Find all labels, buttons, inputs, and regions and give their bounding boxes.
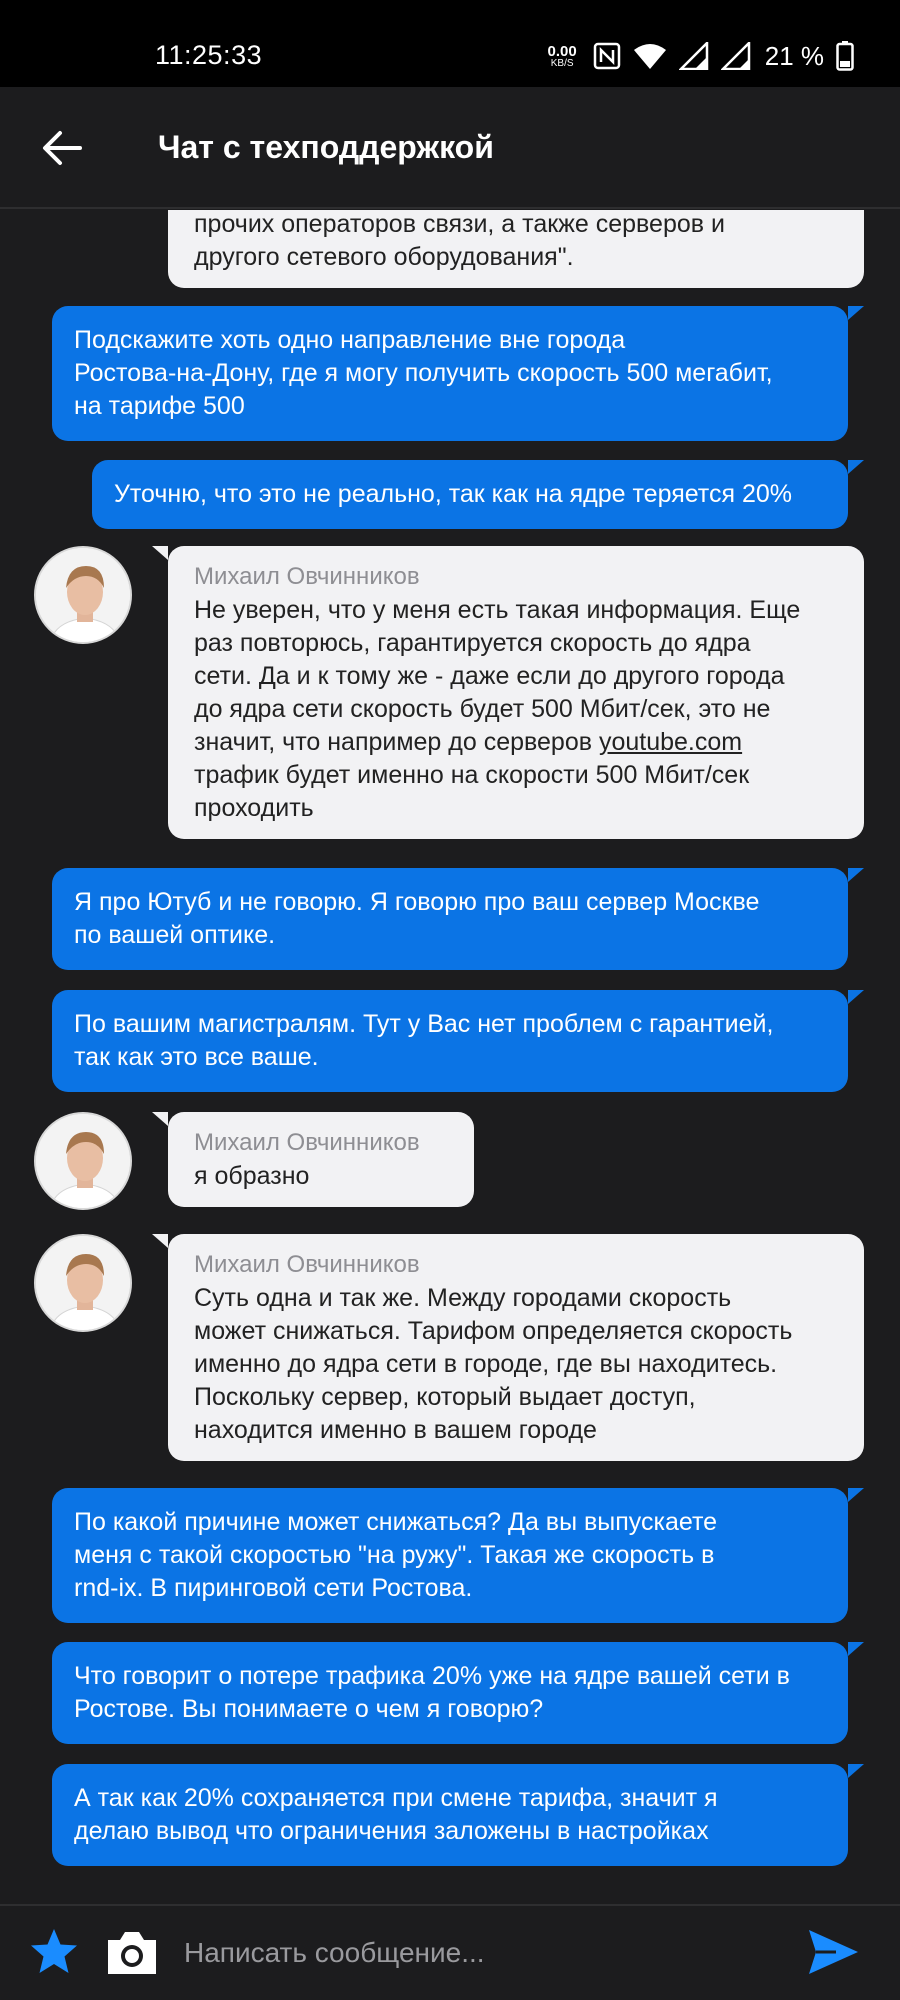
message-outgoing[interactable]: Уточню, что это не реально, так как на я… — [92, 460, 864, 529]
message-text: А так как 20% сохраняется при смене тари… — [74, 1784, 718, 1845]
message-text-part: трафик будет именно на скорости 500 Мбит… — [194, 761, 750, 822]
sender-name: Михаил Овчинников — [194, 563, 420, 590]
back-button[interactable] — [36, 125, 88, 171]
message-incoming[interactable]: Михаил Овчинников Суть одна и так же. Ме… — [152, 1234, 864, 1461]
message-outgoing[interactable]: Я про Ютуб и не говорю. Я говорю про ваш… — [52, 868, 864, 970]
agent-avatar[interactable] — [34, 1112, 132, 1210]
signal-icon — [678, 42, 708, 70]
avatar-icon — [36, 1236, 130, 1330]
message-incoming[interactable]: Михаил Овчинников Не уверен, что у меня … — [152, 546, 864, 839]
message-incoming[interactable]: Михаил Овчинников я образно — [152, 1112, 474, 1207]
status-icons: 0.00 KB/S 21 % — [548, 38, 854, 74]
sender-name: Михаил Овчинников — [194, 1251, 420, 1278]
send-button[interactable] — [806, 1926, 860, 1978]
agent-avatar[interactable] — [34, 546, 132, 644]
message-input-bar — [0, 1904, 900, 2000]
message-outgoing[interactable]: По какой причине может снижаться? Да вы … — [52, 1488, 864, 1623]
message-link[interactable]: youtube.com — [599, 728, 742, 756]
avatar-icon — [36, 548, 130, 642]
network-speed: 0.00 KB/S — [548, 44, 577, 69]
message-text: Что говорит о потере трафика 20% уже на … — [74, 1662, 790, 1723]
arrow-left-icon — [43, 131, 82, 165]
signal-icon-2 — [720, 42, 750, 70]
message-text: Суть одна и так же. Между городами скоро… — [194, 1284, 793, 1444]
message-outgoing[interactable]: Подскажите хоть одно направление вне гор… — [52, 306, 864, 441]
message-text: Не уверен, что у меня есть такая информа… — [194, 594, 838, 825]
battery-icon — [836, 41, 854, 71]
network-speed-unit: KB/S — [550, 57, 574, 69]
message-text: Подскажите хоть одно направление вне гор… — [74, 326, 773, 420]
message-text: По вашим магистралям. Тут у Вас нет проб… — [74, 1010, 774, 1071]
app-bar: Чат с техподдержкой — [0, 87, 900, 209]
message-incoming[interactable]: прочих операторов связи, а также серверо… — [168, 210, 864, 288]
message-input[interactable] — [184, 1926, 784, 1980]
message-text: Уточню, что это не реально, так как на я… — [114, 480, 792, 508]
message-outgoing[interactable]: Что говорит о потере трафика 20% уже на … — [52, 1642, 864, 1744]
status-time: 11:25:33 — [155, 40, 263, 70]
star-icon — [31, 1929, 77, 1973]
nfc-icon — [593, 42, 620, 70]
send-icon — [809, 1930, 858, 1974]
status-bar: 11:25:33 0.00 KB/S 21 % — [0, 0, 900, 87]
battery-percent: 21 % — [764, 40, 824, 71]
sender-name: Михаил Овчинников — [194, 1129, 420, 1156]
message-text: По какой причине может снижаться? Да вы … — [74, 1508, 718, 1602]
camera-button[interactable] — [104, 1928, 160, 1978]
avatar-icon — [36, 1114, 130, 1208]
page-title: Чат с техподдержкой — [158, 129, 494, 165]
chat-messages[interactable]: прочих операторов связи, а также серверо… — [0, 210, 900, 1904]
agent-avatar[interactable] — [34, 1234, 132, 1332]
message-text: прочих операторов связи, а также серверо… — [194, 210, 725, 271]
message-text: Я про Ютуб и не говорю. Я говорю про ваш… — [74, 888, 760, 949]
message-outgoing[interactable]: А так как 20% сохраняется при смене тари… — [52, 1764, 864, 1866]
favorite-button[interactable] — [28, 1926, 80, 1978]
message-text: я образно — [194, 1162, 310, 1190]
message-outgoing[interactable]: По вашим магистралям. Тут у Вас нет проб… — [52, 990, 864, 1092]
camera-icon — [108, 1932, 156, 1974]
network-speed-value: 0.00 — [547, 42, 577, 60]
wifi-icon — [633, 44, 666, 69]
